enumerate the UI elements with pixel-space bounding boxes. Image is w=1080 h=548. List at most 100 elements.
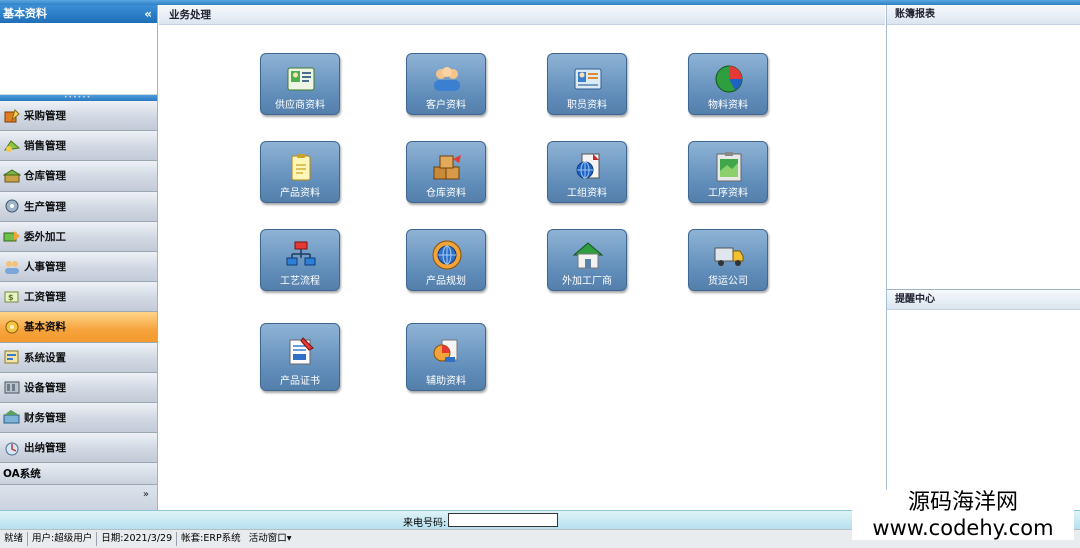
sidebar-item-label: 委外加工: [24, 230, 66, 243]
house-icon: [572, 239, 604, 271]
flowchart-icon: [285, 239, 317, 271]
caller-number-label: 来电号码:: [403, 518, 447, 529]
sidebar-item-production[interactable]: 生产管理: [0, 191, 157, 222]
sidebar: 基本资料 « •••••• 采购管理 销售管理 仓库管理 生产管理 委外加工 人…: [0, 5, 158, 512]
sidebar-item-label: 财务管理: [24, 411, 66, 424]
svg-text:$: $: [8, 293, 14, 302]
sidebar-item-personnel[interactable]: 人事管理: [0, 251, 157, 283]
sidebar-item-label: 系统设置: [24, 351, 66, 364]
tile-outsource-factory[interactable]: 外加工厂商: [547, 229, 627, 291]
product-clipboard-icon: [285, 151, 317, 183]
sidebar-item-label: 仓库管理: [24, 170, 66, 183]
warehouse-icon: [2, 168, 22, 184]
tile-product[interactable]: 产品资料: [260, 141, 340, 203]
tile-process[interactable]: 工序资料: [688, 141, 768, 203]
tile-label: 产品规划: [426, 276, 466, 287]
tile-label: 工序资料: [708, 188, 748, 199]
sidebar-tree-area: [0, 23, 157, 95]
sidebar-item-label: 生产管理: [24, 200, 66, 213]
finance-icon: [3, 409, 21, 425]
personnel-icon: [3, 259, 21, 275]
tile-label: 供应商资料: [275, 100, 325, 111]
tile-label: 辅助资料: [426, 376, 466, 387]
sidebar-item-outsource[interactable]: 委外加工: [0, 221, 157, 252]
sidebar-item-label: 销售管理: [24, 140, 66, 153]
tile-customer[interactable]: 客户资料: [406, 53, 486, 115]
sidebar-item-salary[interactable]: $ 工资管理: [0, 282, 157, 313]
tile-label: 货运公司: [708, 276, 748, 287]
sidebar-splitter[interactable]: ••••••: [0, 95, 157, 101]
pie-chart-icon: [713, 63, 745, 95]
sidebar-item-warehouse[interactable]: 仓库管理: [0, 161, 157, 192]
report-panel-title: 账簿报表: [887, 5, 1080, 25]
tile-auxiliary-data[interactable]: 辅助资料: [406, 323, 486, 391]
active-window-menu[interactable]: 活动窗口▾: [245, 532, 296, 546]
sidebar-item-label: 设备管理: [24, 381, 66, 394]
caller-number-input[interactable]: [448, 513, 558, 527]
sales-icon: [3, 138, 21, 154]
tile-warehouse[interactable]: 仓库资料: [406, 141, 486, 203]
purchase-icon: [3, 108, 21, 124]
sidebar-item-equipment[interactable]: 设备管理: [0, 372, 157, 403]
tile-label: 客户资料: [426, 100, 466, 111]
business-panel: 业务处理 供应商资料 客户资料 职员资料 物料资料 产品资料 仓库资料 工组资料…: [159, 5, 885, 510]
equipment-icon: [3, 379, 21, 395]
tile-material[interactable]: 物料资料: [688, 53, 768, 115]
tile-label: 工艺流程: [280, 276, 320, 287]
status-account: 帐套:ERP系统: [181, 533, 241, 544]
chart-box-icon: [431, 335, 463, 367]
cashier-icon: [3, 440, 21, 456]
tile-staff[interactable]: 职员资料: [547, 53, 627, 115]
watermark: 源码海洋网 www.codehy.com: [852, 490, 1074, 540]
sidebar-item-label: 人事管理: [24, 261, 66, 274]
tile-freight-company[interactable]: 货运公司: [688, 229, 768, 291]
boxes-icon: [431, 151, 463, 183]
globe-document-icon: [572, 151, 604, 183]
supplier-card-icon: [285, 63, 317, 95]
production-icon: [3, 198, 21, 214]
sidebar-item-label: 采购管理: [24, 110, 66, 123]
sidebar-item-cashier[interactable]: 出纳管理: [0, 433, 157, 464]
business-panel-title: 业务处理: [159, 5, 885, 25]
system-settings-icon: [3, 349, 21, 365]
sidebar-footer: »: [0, 485, 157, 512]
staff-card-icon: [572, 63, 604, 95]
status-date: 日期:2021/3/29: [97, 532, 178, 546]
outsource-icon: [3, 228, 21, 244]
tile-process-flow[interactable]: 工艺流程: [260, 229, 340, 291]
watermark-title: 源码海洋网: [907, 490, 1018, 515]
sidebar-item-finance[interactable]: 财务管理: [0, 402, 157, 434]
sidebar-title: 基本资料: [3, 7, 47, 20]
right-panels: 账簿报表 提醒中心: [886, 5, 1080, 510]
reminder-panel: 提醒中心: [887, 290, 1080, 488]
sidebar-item-label: 工资管理: [24, 291, 66, 304]
tile-label: 仓库资料: [426, 188, 466, 199]
basic-data-icon: [3, 319, 21, 335]
sidebar-item-oa[interactable]: OA系统: [0, 463, 157, 486]
sidebar-item-sales[interactable]: 销售管理: [0, 131, 157, 162]
sidebar-item-system-settings[interactable]: 系统设置: [0, 342, 157, 373]
sidebar-item-label: 基本资料: [24, 321, 66, 334]
sidebar-item-label: 出纳管理: [24, 442, 66, 455]
customers-icon: [431, 63, 463, 95]
active-window-label: 活动窗口: [248, 533, 287, 544]
tile-product-certificate[interactable]: 产品证书: [260, 323, 340, 391]
sidebar-item-purchase[interactable]: 采购管理: [0, 101, 157, 132]
status-ready: 就绪: [0, 532, 29, 546]
status-user: 用户:超级用户: [28, 532, 98, 546]
salary-icon: $: [3, 289, 21, 305]
collapse-icon[interactable]: «: [144, 5, 152, 23]
tile-product-planning[interactable]: 产品规划: [406, 229, 486, 291]
tile-label: 物料资料: [708, 100, 748, 111]
tile-label: 产品资料: [280, 188, 320, 199]
tile-workgroup[interactable]: 工组资料: [547, 141, 627, 203]
process-board-icon: [713, 151, 745, 183]
sidebar-item-basic-data[interactable]: 基本资料: [0, 312, 157, 343]
reminder-panel-title: 提醒中心: [887, 290, 1080, 310]
gear-globe-icon: [431, 239, 463, 271]
report-panel: 账簿报表: [887, 5, 1080, 290]
tile-supplier[interactable]: 供应商资料: [260, 53, 340, 115]
tile-label: 职员资料: [567, 100, 607, 111]
expand-more-icon[interactable]: »: [143, 489, 149, 500]
certificate-icon: [285, 335, 317, 367]
